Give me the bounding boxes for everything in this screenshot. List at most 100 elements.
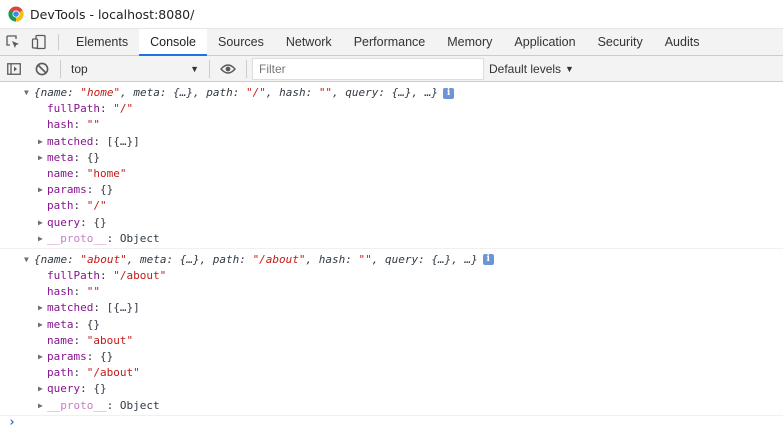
property-key: hash xyxy=(47,285,74,299)
tab-performance[interactable]: Performance xyxy=(343,29,437,55)
preview-text: {name: xyxy=(34,86,81,99)
property-row[interactable]: ▶ params: {} xyxy=(0,349,783,365)
preview-string: "home" xyxy=(80,86,121,99)
tab-label: Memory xyxy=(447,35,493,49)
object-preview: {name: "about", meta: {…}, path: "/about… xyxy=(24,253,494,266)
tab-console[interactable]: Console xyxy=(139,29,207,56)
property-value: "" xyxy=(86,118,100,132)
dropdown-arrow-icon: ▼ xyxy=(190,63,199,74)
preview-text: , hash: xyxy=(265,86,319,99)
live-expression-button[interactable] xyxy=(214,56,242,82)
execution-context-select[interactable]: top ▼ xyxy=(65,59,205,79)
clear-console-button[interactable] xyxy=(28,56,56,82)
chrome-logo-icon xyxy=(8,6,24,22)
collapsed-triangle-icon: ▶ xyxy=(38,185,43,195)
show-sidebar-button[interactable] xyxy=(0,56,28,82)
filter-input[interactable] xyxy=(252,57,484,80)
preview-text: {name: xyxy=(34,252,81,266)
property-row[interactable]: ▶ __proto__: Object xyxy=(0,398,783,414)
tab-security[interactable]: Security xyxy=(587,29,654,55)
property-value: Object xyxy=(119,398,160,412)
tab-label: Sources xyxy=(217,35,264,49)
property-key: query xyxy=(47,215,81,229)
object-summary[interactable]: ▼ {name: "about", meta: {…}, path: "/abou… xyxy=(0,252,783,268)
collapsed-triangle-icon: ▶ xyxy=(38,136,43,146)
tab-network[interactable]: Network xyxy=(275,29,343,55)
property-colon: : xyxy=(80,382,94,396)
preview-string: "about" xyxy=(80,252,127,266)
preview-text: , meta: {…}, path: xyxy=(120,86,246,99)
property-row[interactable]: ▶ matched: [{…}] xyxy=(0,134,783,150)
property-value: {} xyxy=(100,183,114,197)
console-message: ▼ {name: "home", meta: {…}, path: "/", ha… xyxy=(0,82,783,249)
property-colon: : xyxy=(73,333,87,347)
tab-audits[interactable]: Audits xyxy=(654,29,711,55)
context-value: top xyxy=(71,61,88,76)
preview-text: , hash: xyxy=(305,252,359,266)
property-key: name xyxy=(47,333,74,347)
expand-triangle-icon: ▼ xyxy=(24,254,29,264)
property-row[interactable]: ▶ meta: {} xyxy=(0,150,783,166)
property-colon: : xyxy=(106,231,120,245)
tab-label: Application xyxy=(514,35,576,49)
property-colon: : xyxy=(93,134,107,148)
property-colon: : xyxy=(86,350,100,363)
tab-elements[interactable]: Elements xyxy=(65,29,139,55)
tab-sources[interactable]: Sources xyxy=(207,29,275,55)
property-row[interactable]: ▶ query: {} xyxy=(0,215,783,231)
property-row[interactable]: ▶ __proto__: Object xyxy=(0,231,783,247)
window-title: DevTools - localhost:8080/ xyxy=(30,6,195,22)
property-row[interactable]: ▶ matched: [{…}] xyxy=(0,300,783,316)
dropdown-arrow-icon: ▼ xyxy=(565,63,574,74)
property-colon: : xyxy=(73,199,87,213)
property-row[interactable]: ▶ meta: {} xyxy=(0,317,783,333)
property-key: __proto__ xyxy=(47,398,107,412)
property-value: [{…}] xyxy=(106,134,140,148)
tab-label: Performance xyxy=(353,35,426,49)
property-key: path xyxy=(47,199,74,213)
property-row[interactable]: ▶ query: {} xyxy=(0,381,783,397)
property-value: "/about" xyxy=(113,269,167,283)
device-toolbar-icon[interactable] xyxy=(26,29,52,55)
property-row: name: "about" xyxy=(0,333,783,349)
console-prompt[interactable]: › xyxy=(0,415,783,435)
tab-label: Security xyxy=(597,35,643,49)
property-key: params xyxy=(47,350,87,363)
log-levels-label: Default levels xyxy=(489,61,562,76)
object-summary[interactable]: ▼ {name: "home", meta: {…}, path: "/", ha… xyxy=(0,85,783,101)
tab-application[interactable]: Application xyxy=(503,29,586,55)
property-key: params xyxy=(47,183,87,197)
property-row: path: "/" xyxy=(0,198,783,214)
toolbar-divider xyxy=(246,59,247,78)
property-colon: : xyxy=(80,215,94,229)
prompt-chevron-icon: › xyxy=(8,415,16,430)
property-value: "" xyxy=(86,285,100,299)
preview-string: "/about" xyxy=(252,252,306,266)
property-value: {} xyxy=(86,317,100,331)
panel-tab-bar: Elements Console Sources Network Performance… xyxy=(0,29,783,56)
info-icon[interactable]: i xyxy=(443,87,455,99)
property-key: fullPath xyxy=(47,102,100,116)
preview-string: "" xyxy=(318,86,333,99)
property-key: path xyxy=(47,366,74,380)
property-value: {} xyxy=(93,215,107,229)
property-row: hash: "" xyxy=(0,284,783,300)
property-key: query xyxy=(47,382,81,396)
tab-label: Elements xyxy=(76,35,129,49)
property-key: matched xyxy=(47,301,94,315)
tab-label: Console xyxy=(150,35,196,49)
tab-memory[interactable]: Memory xyxy=(436,29,503,55)
log-levels-select[interactable]: Default levels ▼ xyxy=(489,62,574,76)
toolbar-divider xyxy=(209,59,210,78)
inspect-element-icon[interactable] xyxy=(0,29,26,55)
info-icon[interactable]: i xyxy=(482,254,494,266)
property-key: hash xyxy=(47,118,74,132)
preview-string: "/" xyxy=(245,86,266,99)
eye-icon xyxy=(220,63,236,74)
property-value: "home" xyxy=(86,166,127,180)
property-colon: : xyxy=(86,183,100,197)
collapsed-triangle-icon: ▶ xyxy=(38,352,43,361)
property-colon: : xyxy=(73,166,87,180)
property-row: fullPath: "/" xyxy=(0,101,783,117)
property-row[interactable]: ▶ params: {} xyxy=(0,182,783,198)
